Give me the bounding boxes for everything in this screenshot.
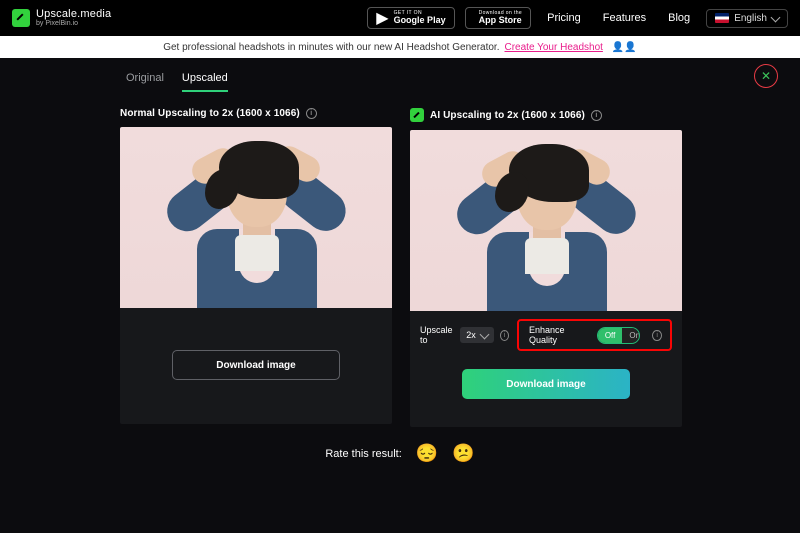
tab-original[interactable]: Original <box>126 72 164 92</box>
nav-features[interactable]: Features <box>597 12 652 24</box>
panel-ai: AI Upscaling to 2x (1600 x 1066) i Upsca… <box>410 108 682 427</box>
tab-upscaled[interactable]: Upscaled <box>182 72 228 92</box>
tabs: Original Upscaled <box>120 72 680 92</box>
toggle-off: Off <box>598 328 623 343</box>
nav-pricing[interactable]: Pricing <box>541 12 587 24</box>
preview-normal <box>120 127 392 308</box>
panel-ai-title: AI Upscaling to 2x (1600 x 1066) <box>430 110 585 121</box>
google-play-big: Google Play <box>394 16 446 25</box>
preview-ai <box>410 130 682 311</box>
brand-logo-icon <box>12 9 30 27</box>
brand-title: Upscale.media <box>36 9 111 20</box>
chevron-down-icon <box>479 329 489 339</box>
chevron-down-icon <box>771 12 781 22</box>
upscale-to-control: Upscale to 2x i <box>420 325 509 345</box>
language-selector[interactable]: English <box>706 9 788 28</box>
content-area: ✕ Original Upscaled Normal Upscaling to … <box>0 58 800 464</box>
flag-uk-icon <box>715 13 729 23</box>
top-bar: Upscale.media by PixelBin.io ▶ GET IT ON… <box>0 0 800 36</box>
rate-label: Rate this result: <box>325 448 401 460</box>
toggle-on: On <box>622 328 640 343</box>
ai-logo-icon <box>410 108 424 122</box>
upscale-value: 2x <box>466 330 476 340</box>
info-icon[interactable]: i <box>591 110 602 121</box>
app-store-badge[interactable]: Download on the App Store <box>465 7 532 29</box>
rate-row: Rate this result: 😔 😕 <box>120 443 680 464</box>
panel-normal: Normal Upscaling to 2x (1600 x 1066) i D… <box>120 108 392 427</box>
rate-sad-button[interactable]: 😔 <box>416 443 438 464</box>
rate-neutral-button[interactable]: 😕 <box>452 443 474 464</box>
brand-subtitle: by PixelBin.io <box>36 20 111 27</box>
upscale-select[interactable]: 2x <box>460 327 494 343</box>
info-icon[interactable]: i <box>652 330 662 341</box>
language-label: English <box>734 13 767 24</box>
google-play-badge[interactable]: ▶ GET IT ON Google Play <box>367 7 454 29</box>
enhance-quality-highlight: Enhance Quality Off On i <box>517 319 672 351</box>
brand[interactable]: Upscale.media by PixelBin.io <box>12 9 111 27</box>
info-icon[interactable]: i <box>306 108 317 119</box>
close-icon: ✕ <box>761 69 771 83</box>
download-ai-button[interactable]: Download image <box>462 369 630 399</box>
promo-avatars-icon: 👤👤 <box>612 42 637 53</box>
promo-text: Get professional headshots in minutes wi… <box>163 42 499 53</box>
panel-normal-title: Normal Upscaling to 2x (1600 x 1066) <box>120 108 300 119</box>
app-store-big: App Store <box>479 16 523 25</box>
enhance-quality-label: Enhance Quality <box>529 325 585 345</box>
info-icon[interactable]: i <box>500 330 509 341</box>
promo-link[interactable]: Create Your Headshot <box>505 42 603 53</box>
upscale-to-label: Upscale to <box>420 325 454 345</box>
panel-ai-controls: Upscale to 2x i Enhance Quality Off On <box>410 311 682 427</box>
nav-blog[interactable]: Blog <box>662 12 696 24</box>
close-button[interactable]: ✕ <box>754 64 778 88</box>
panel-normal-controls: Download image <box>120 308 392 424</box>
download-normal-button[interactable]: Download image <box>172 350 340 380</box>
promo-bar: Get professional headshots in minutes wi… <box>0 36 800 58</box>
google-play-icon: ▶ <box>376 8 388 28</box>
enhance-quality-toggle[interactable]: Off On <box>597 327 641 344</box>
